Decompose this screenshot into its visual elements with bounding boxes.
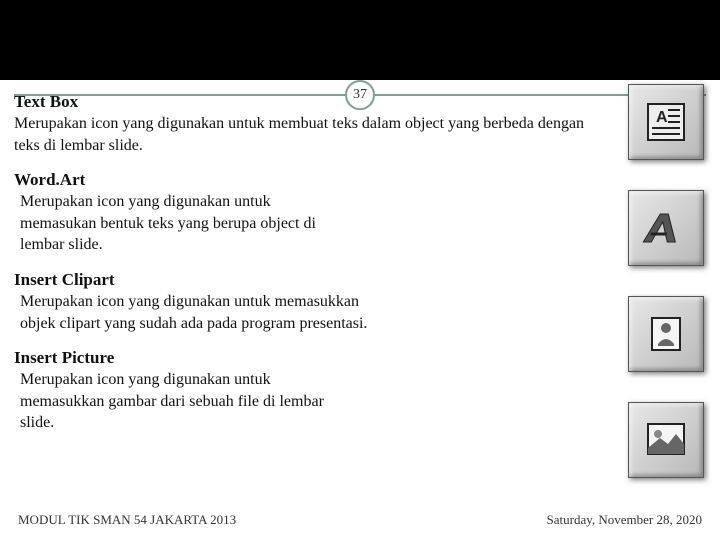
footer-right: Saturday, November 28, 2020: [547, 512, 703, 528]
footer-left: MODUL TIK SMAN 54 JAKARTA 2013: [18, 512, 236, 528]
section-clipart: Insert Clipart Merupakan icon yang digun…: [14, 270, 706, 334]
section-body: Merupakan icon yang digunakan untuk memb…: [14, 113, 594, 156]
section-title: Insert Clipart: [14, 270, 706, 290]
section-textbox: Text Box Merupakan icon yang digunakan u…: [14, 92, 706, 156]
content-area: Text Box Merupakan icon yang digunakan u…: [14, 92, 706, 448]
icon-column: A: [628, 84, 704, 478]
section-picture: Insert Picture Merupakan icon yang digun…: [14, 348, 706, 434]
section-title: Word.Art: [14, 170, 706, 190]
textbox-icon: A: [628, 84, 704, 160]
footer: MODUL TIK SMAN 54 JAKARTA 2013 Saturday,…: [18, 512, 702, 528]
picture-icon: [628, 402, 704, 478]
svg-text:A: A: [656, 109, 668, 126]
clipart-icon: [628, 296, 704, 372]
section-wordart: Word.Art Merupakan icon yang digunakan u…: [14, 170, 706, 256]
wordart-icon: [628, 190, 704, 266]
section-title: Insert Picture: [14, 348, 706, 368]
section-body: Merupakan icon yang digunakan untuk mema…: [14, 291, 384, 334]
header-blackbar: [0, 0, 720, 80]
section-body: Merupakan icon yang digunakan untuk mema…: [14, 191, 324, 256]
section-body: Merupakan icon yang digunakan untuk mema…: [14, 369, 324, 434]
section-title: Text Box: [14, 92, 706, 112]
